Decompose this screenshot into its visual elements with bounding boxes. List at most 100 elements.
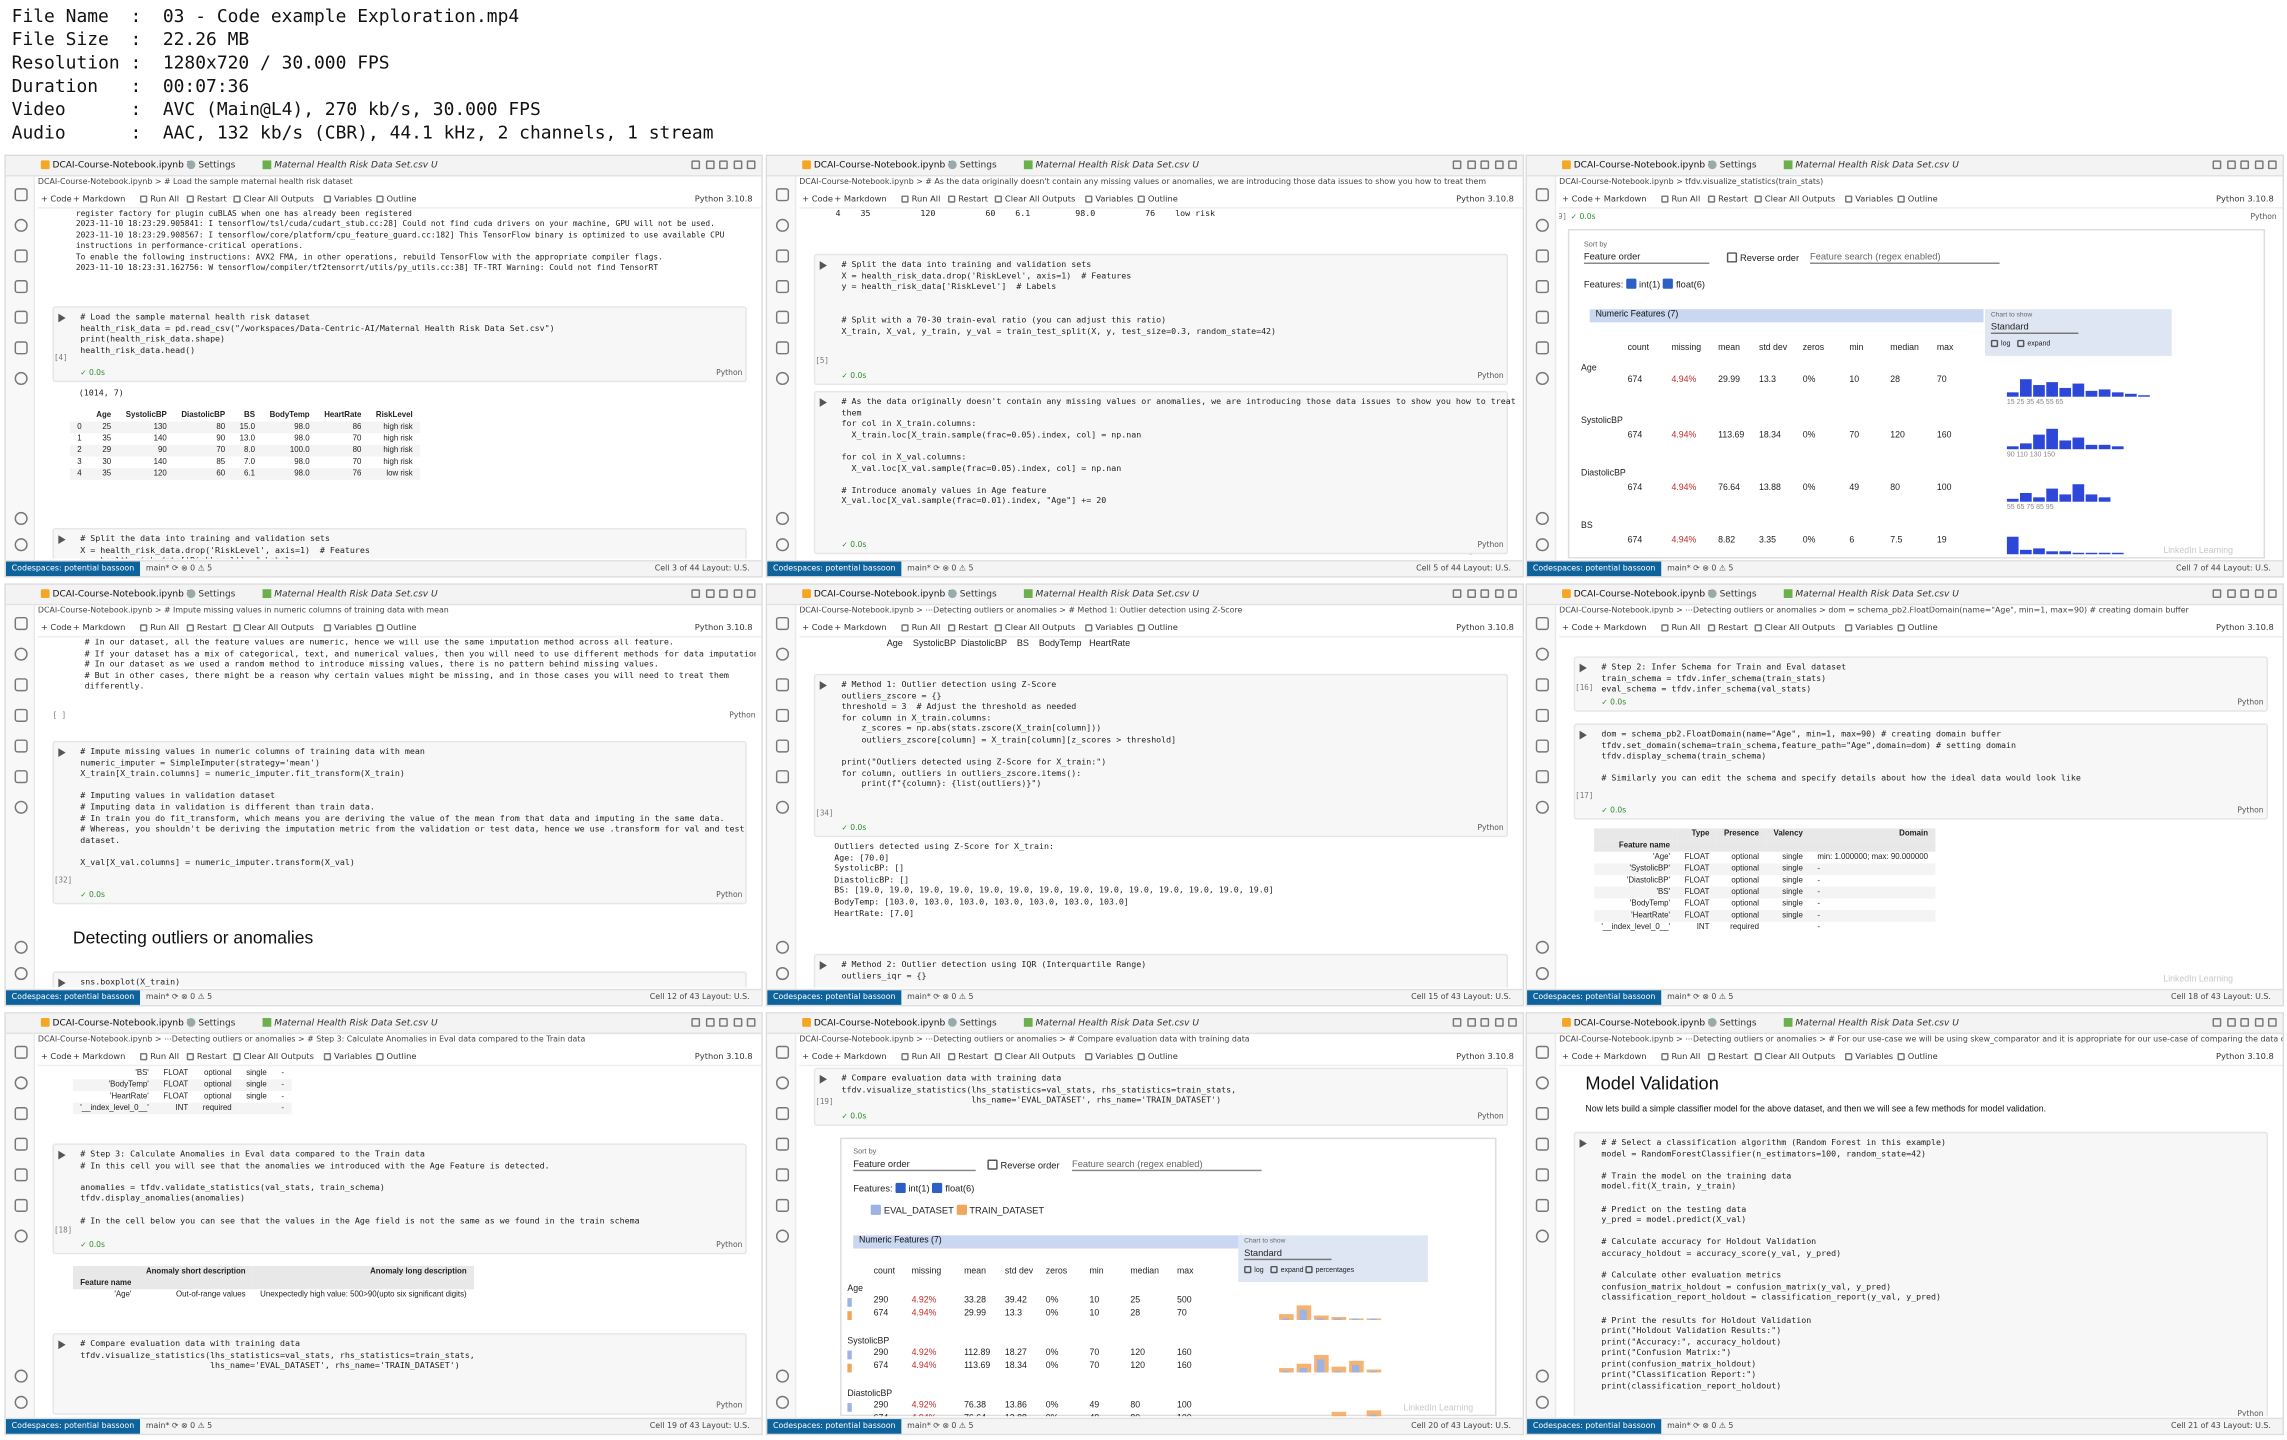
explorer-icon[interactable] [1535,188,1549,202]
clear-outputs-button[interactable]: Clear All Outputs [994,1053,1075,1062]
kernel-picker[interactable]: Python 3.10.8 [2216,624,2274,633]
run-cell-icon[interactable] [819,681,827,690]
layout-icon[interactable] [1466,160,1476,170]
more-icon[interactable] [719,589,728,598]
remote-indicator[interactable]: Codespaces: potential bassoon [767,1419,902,1434]
split-editor-icon[interactable] [1452,160,1462,170]
variables-button[interactable]: Variables [323,195,372,204]
ellipsis-icon[interactable] [1508,589,1517,598]
source-control-icon[interactable] [775,1107,790,1121]
account-icon[interactable] [1535,511,1549,526]
remote-indicator[interactable]: Codespaces: potential bassoon [5,561,141,577]
search-icon[interactable] [1535,218,1549,232]
clear-outputs-button[interactable]: Clear All Outputs [1754,195,1835,204]
manage-gear-icon[interactable] [775,538,790,552]
branch-status[interactable]: main* ⟳ ⊗ 0 ⚠ 5 [146,1422,212,1431]
int-checkbox[interactable] [895,1182,906,1194]
run-debug-icon[interactable] [775,1137,790,1151]
ellipsis-icon[interactable] [746,1018,756,1027]
tab-settings[interactable]: Settings [186,160,235,171]
restart-button[interactable]: Restart [1707,195,1748,204]
search-icon[interactable] [775,647,790,661]
testing-icon[interactable] [775,770,790,784]
tab-csv[interactable]: Maternal Health Risk Data Set.csv U [1783,589,1959,599]
branch-status[interactable]: main* ⟳ ⊗ 0 ⚠ 5 [1667,993,1733,1002]
tab-notebook[interactable]: DCAI-Course-Notebook.ipynb U [40,589,193,599]
breadcrumb[interactable]: DCAI-Course-Notebook.ipynb > ⋯Detecting … [1559,1036,2282,1049]
code-cell[interactable]: # Compare evaluation data with training … [813,1067,1509,1126]
manage-gear-icon[interactable] [1535,1395,1549,1409]
code-cell[interactable]: # Method 1: Outlier detection using Z-Sc… [813,673,1509,838]
close-icon[interactable] [1494,589,1503,598]
more-icon[interactable] [719,1018,728,1027]
add-code-button[interactable]: + Code [41,1053,72,1062]
breadcrumb[interactable]: DCAI-Course-Notebook.ipynb > ⋯Detecting … [38,1036,761,1049]
explorer-icon[interactable] [775,188,790,202]
tab-notebook[interactable]: DCAI-Course-Notebook.ipynb U [802,589,955,599]
run-all-button[interactable]: Run All [140,195,179,204]
add-markdown-button[interactable]: + Markdown [73,1053,125,1062]
manage-gear-icon[interactable] [14,966,28,981]
account-icon[interactable] [775,511,790,526]
ellipsis-icon[interactable] [2267,1018,2277,1027]
tab-settings[interactable]: Settings [948,160,997,171]
sort-select[interactable]: Feature order [1583,252,1710,264]
search-icon[interactable] [775,218,790,232]
clear-outputs-button[interactable]: Clear All Outputs [1754,1053,1835,1062]
run-cell-icon[interactable] [1579,730,1587,740]
account-icon[interactable] [14,511,28,526]
close-icon[interactable] [2254,589,2263,598]
split-editor-icon[interactable] [691,589,701,598]
code-cell[interactable]: # Impute missing values in numeric colum… [52,740,747,905]
kernel-picker[interactable]: Python 3.10.8 [2216,195,2274,204]
restart-button[interactable]: Restart [948,195,988,204]
github-icon[interactable] [775,1229,790,1243]
more-icon[interactable] [2240,1018,2250,1027]
run-debug-icon[interactable] [14,1137,28,1151]
code-cell[interactable]: # Step 3: Calculate Anomalies in Eval da… [52,1143,747,1255]
add-markdown-button[interactable]: + Markdown [1594,195,1646,204]
run-cell-icon[interactable] [58,313,66,323]
github-icon[interactable] [1535,371,1549,386]
remote-indicator[interactable]: Codespaces: potential bassoon [5,1419,141,1434]
code-cell[interactable]: # Split the data into training and valid… [52,527,747,559]
checkbox[interactable] [2017,339,2025,348]
reverse-order-checkbox[interactable]: Reverse order [987,1159,1060,1171]
run-cell-icon[interactable] [58,535,66,545]
kernel-picker[interactable]: Python 3.10.8 [1456,624,1514,633]
testing-icon[interactable] [14,341,28,355]
code-cell[interactable]: # Step 2: Infer Schema for Train and Eva… [1573,656,2268,712]
testing-icon[interactable] [14,1198,28,1213]
remote-indicator[interactable]: Codespaces: potential bassoon [767,990,902,1005]
branch-status[interactable]: main* ⟳ ⊗ 0 ⚠ 5 [146,993,212,1002]
layout-icon[interactable] [705,160,714,170]
run-all-button[interactable]: Run All [901,195,940,204]
run-all-button[interactable]: Run All [140,1053,179,1062]
run-debug-icon[interactable] [1535,1137,1549,1151]
breadcrumb[interactable]: DCAI-Course-Notebook.ipynb > tfdv.visual… [1559,178,2282,191]
tab-csv[interactable]: Maternal Health Risk Data Set.csv U [1783,1018,1959,1028]
account-icon[interactable] [14,940,28,954]
close-icon[interactable] [732,589,742,598]
branch-status[interactable]: main* ⟳ ⊗ 0 ⚠ 5 [907,564,973,573]
tab-notebook[interactable]: DCAI-Course-Notebook.ipynb U [1562,589,1715,599]
checkbox[interactable] [1990,339,1999,348]
add-markdown-button[interactable]: + Markdown [834,1053,886,1062]
run-cell-icon[interactable] [819,961,827,970]
code-cell[interactable]: # Split the data into training and valid… [813,253,1509,386]
search-icon[interactable] [14,1076,28,1090]
manage-gear-icon[interactable] [775,1395,790,1409]
tab-notebook[interactable]: DCAI-Course-Notebook.ipynb U [40,1018,193,1028]
code-cell[interactable]: # Compare evaluation data with training … [52,1333,747,1415]
close-icon[interactable] [2254,1018,2263,1027]
layout-icon[interactable] [705,589,714,598]
code-cell[interactable]: # Method 2: Outlier detection using IQR … [813,953,1509,988]
tab-csv[interactable]: Maternal Health Risk Data Set.csv U [262,160,438,171]
kernel-picker[interactable]: Python 3.10.8 [1456,195,1514,204]
more-icon[interactable] [2240,589,2250,598]
extensions-icon[interactable] [14,1168,28,1182]
reverse-order-checkbox[interactable]: Reverse order [1726,252,1799,264]
breadcrumb[interactable]: DCAI-Course-Notebook.ipynb > ⋯Detecting … [799,1036,1522,1049]
more-icon[interactable] [2240,160,2250,170]
outline-button[interactable]: Outline [1137,1053,1178,1062]
